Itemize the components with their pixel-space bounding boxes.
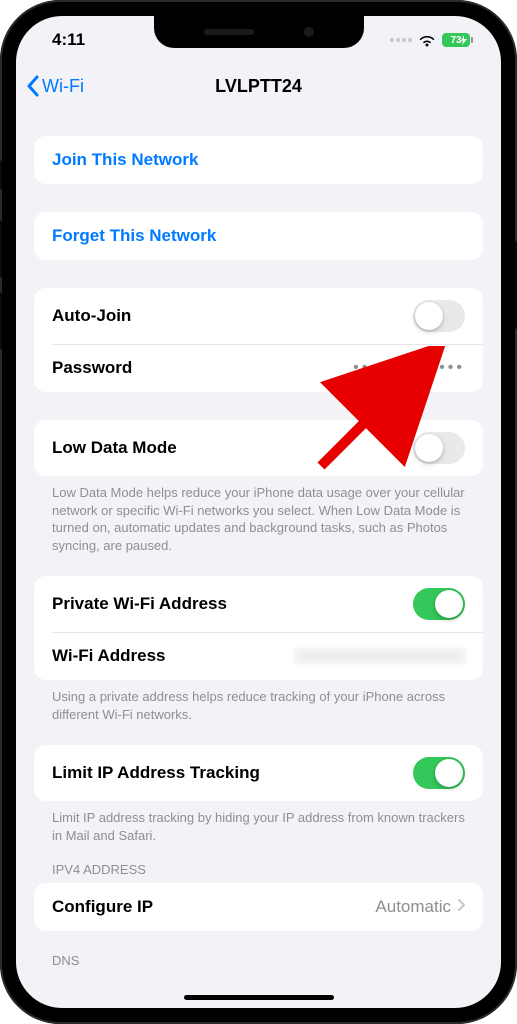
low-data-mode-label: Low Data Mode <box>52 438 413 458</box>
chevron-left-icon <box>26 75 40 97</box>
back-button[interactable]: Wi-Fi <box>26 75 84 97</box>
limit-ip-footer: Limit IP address tracking by hiding your… <box>34 801 483 844</box>
password-value: ••••••••••••• <box>353 359 465 377</box>
private-wifi-toggle[interactable] <box>413 588 465 620</box>
wifi-address-row[interactable]: Wi-Fi Address <box>34 632 483 680</box>
cellular-dots-icon <box>390 38 412 42</box>
configure-ip-label: Configure IP <box>52 897 375 917</box>
password-label: Password <box>52 358 353 378</box>
auto-join-label: Auto-Join <box>52 306 413 326</box>
dns-header: DNS <box>34 931 483 974</box>
low-data-mode-toggle[interactable] <box>413 432 465 464</box>
status-time: 4:11 <box>52 30 85 50</box>
limit-ip-toggle[interactable] <box>413 757 465 789</box>
wifi-icon <box>418 34 436 47</box>
chevron-right-icon <box>457 897 465 917</box>
phone-frame: 4:11 73 <box>0 0 517 1024</box>
private-wifi-row: Private Wi-Fi Address <box>34 576 483 632</box>
configure-ip-value: Automatic <box>375 897 451 917</box>
content: Join This Network Forget This Network Au… <box>16 108 501 1008</box>
screen: 4:11 73 <box>16 16 501 1008</box>
auto-join-row: Auto-Join <box>34 288 483 344</box>
page-title: LVLPTT24 <box>16 76 501 97</box>
nav-bar: Wi-Fi LVLPTT24 <box>16 64 501 108</box>
limit-ip-label: Limit IP Address Tracking <box>52 763 413 783</box>
battery-icon: 73 <box>442 33 473 47</box>
back-label: Wi-Fi <box>42 76 84 97</box>
configure-ip-row[interactable]: Configure IP Automatic <box>34 883 483 931</box>
password-row[interactable]: Password ••••••••••••• <box>34 344 483 392</box>
ipv4-header: IPV4 ADDRESS <box>34 844 483 883</box>
mute-switch <box>0 160 2 190</box>
limit-ip-row: Limit IP Address Tracking <box>34 745 483 801</box>
low-data-mode-row: Low Data Mode <box>34 420 483 476</box>
volume-down-button <box>0 292 2 350</box>
wifi-address-value <box>295 648 465 664</box>
forget-network-button[interactable]: Forget This Network <box>34 212 483 260</box>
low-data-mode-footer: Low Data Mode helps reduce your iPhone d… <box>34 476 483 554</box>
auto-join-toggle[interactable] <box>413 300 465 332</box>
volume-up-button <box>0 220 2 278</box>
private-wifi-label: Private Wi-Fi Address <box>52 594 413 614</box>
notch <box>154 16 364 48</box>
join-network-button[interactable]: Join This Network <box>34 136 483 184</box>
home-indicator[interactable] <box>184 995 334 1000</box>
private-wifi-footer: Using a private address helps reduce tra… <box>34 680 483 723</box>
wifi-address-label: Wi-Fi Address <box>52 646 295 666</box>
